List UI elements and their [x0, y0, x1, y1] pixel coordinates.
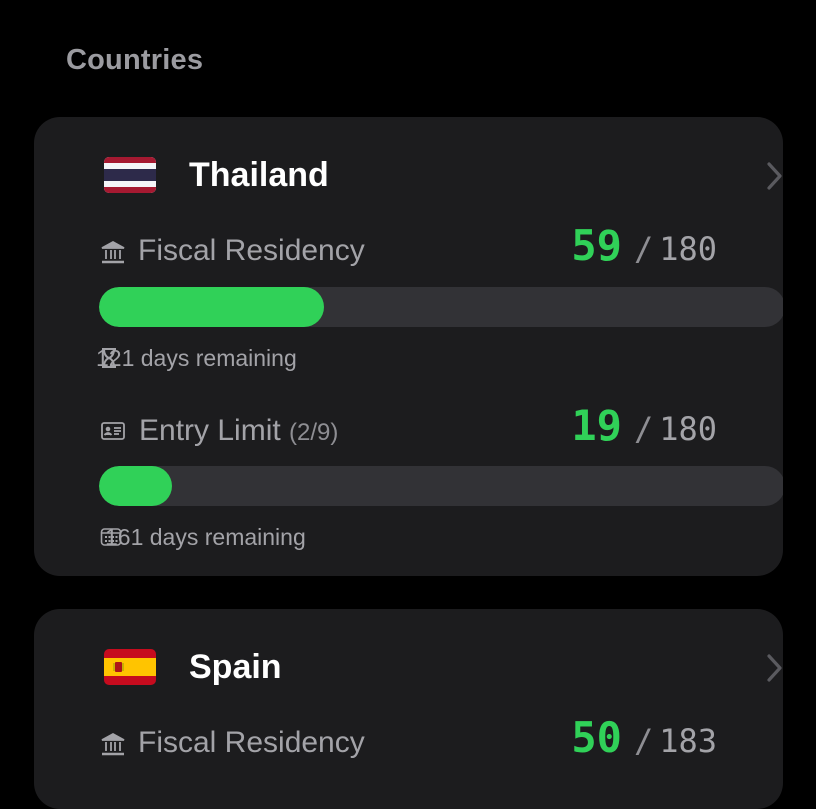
- fiscal-residency-label: Fiscal Residency: [138, 234, 365, 267]
- id-card-icon: [100, 418, 126, 444]
- section-title: Countries: [66, 44, 204, 76]
- entry-limit-progress: [99, 466, 783, 506]
- fiscal-residency-progress: [99, 287, 783, 327]
- entry-limit-text: Entry Limit: [139, 414, 281, 447]
- progress-fill: [99, 466, 172, 506]
- progress-fill: [99, 287, 324, 327]
- spain-flag-icon: [104, 649, 156, 685]
- country-name: Thailand: [189, 156, 329, 194]
- fiscal-residency-count: 50 /183: [571, 713, 717, 762]
- count-separator: /: [633, 410, 654, 448]
- country-name: Spain: [189, 648, 282, 686]
- days-limit: 183: [659, 722, 717, 760]
- country-card-thailand[interactable]: Thailand Fiscal Residency 59/180 121 day…: [34, 117, 783, 576]
- days-limit: 180: [659, 230, 717, 268]
- thailand-flag-icon: [104, 157, 156, 193]
- fiscal-residency-label: Fiscal Residency: [138, 726, 365, 759]
- entry-limit-count: 19 /180: [571, 401, 717, 450]
- country-card-spain[interactable]: Spain Fiscal Residency 50 /183: [34, 609, 783, 809]
- days-count: 19: [571, 401, 622, 450]
- fiscal-residency-count: 59 /180: [571, 221, 717, 270]
- bank-icon: [100, 239, 126, 265]
- days-remaining: 161 days remaining: [105, 524, 306, 550]
- count-separator: /: [633, 722, 654, 760]
- chevron-right-icon[interactable]: [764, 653, 783, 683]
- days-remaining: 121 days remaining: [96, 345, 297, 371]
- entry-limit-label: Entry Limit (2/9): [139, 414, 338, 448]
- chevron-right-icon[interactable]: [764, 161, 783, 191]
- days-count: 59: [571, 221, 622, 270]
- days-count: 50: [571, 713, 622, 762]
- count-separator: /: [633, 230, 654, 268]
- days-limit: 180: [659, 410, 717, 448]
- bank-icon: [100, 731, 126, 757]
- entry-count: (2/9): [289, 419, 339, 446]
